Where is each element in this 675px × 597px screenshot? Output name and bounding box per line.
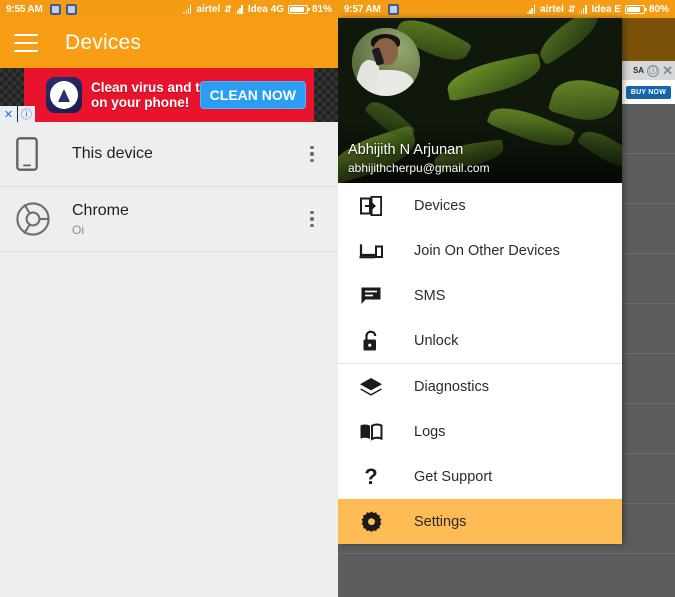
dual-screenshot-composite: 9:55 AM airtel ⇵ Idea 4G 81% Devices Cle… <box>0 0 675 597</box>
list-item[interactable]: Chrome Oi <box>0 187 338 252</box>
drawer-item-label: Join On Other Devices <box>414 242 560 259</box>
drawer-menu: Devices Join On Other Devices SMS Unlock… <box>338 183 622 544</box>
drawer-item-diagnostics[interactable]: Diagnostics <box>338 364 622 409</box>
carrier-name: airtel <box>540 3 564 15</box>
list-item-texts: Chrome Oi <box>72 202 300 237</box>
drawer-item-label: Settings <box>414 513 467 530</box>
status-bar-notification-icons <box>387 3 399 15</box>
device-subtitle: Oi <box>72 222 84 237</box>
status-bar-right: 9:57 AM airtel ⇵ Idea E 80% <box>338 0 675 18</box>
signal-bars-icon <box>578 5 588 14</box>
background-ad-brand: SA <box>632 66 645 75</box>
drawer-item-sms[interactable]: SMS <box>338 273 622 318</box>
account-name: Abhijith N Arjunan <box>348 142 464 158</box>
app-notification-icon <box>387 3 399 15</box>
close-icon[interactable]: ✕ <box>662 64 673 77</box>
account-info: Abhijith N Arjunan abhijithcherpu@gmail.… <box>348 142 490 175</box>
battery-percent: 80% <box>648 3 669 15</box>
account-email: abhijithcherpu@gmail.com <box>348 161 490 175</box>
info-icon[interactable]: ⓘ <box>647 64 660 77</box>
drawer-menu-group-primary: Devices Join On Other Devices SMS Unlock <box>338 183 622 363</box>
left-screen-devices-list: 9:55 AM airtel ⇵ Idea 4G 81% Devices Cle… <box>0 0 338 597</box>
list-item[interactable]: This device <box>0 122 338 187</box>
app-notification-icon <box>49 3 61 15</box>
page-title: Devices <box>65 31 142 54</box>
drawer-account-header[interactable]: Abhijith N Arjunan abhijithcherpu@gmail.… <box>338 18 622 183</box>
navigation-drawer: Abhijith N Arjunan abhijithcherpu@gmail.… <box>338 18 622 544</box>
status-bar-notification-icons <box>49 3 77 15</box>
hamburger-menu-icon[interactable] <box>14 34 38 52</box>
drawer-menu-group-secondary: Diagnostics Logs ? Get Support Settings <box>338 363 622 544</box>
layers-icon <box>356 377 386 397</box>
open-book-icon <box>356 423 386 441</box>
drawer-item-unlock[interactable]: Unlock <box>338 318 622 363</box>
device-name: This device <box>72 145 153 162</box>
signal-bars-icon <box>234 5 244 14</box>
unlock-padlock-icon <box>356 330 386 352</box>
laptop-phone-icon <box>356 242 386 260</box>
shield-arrow-icon <box>46 77 82 113</box>
app-bar: Devices <box>0 18 338 68</box>
question-mark-icon: ? <box>364 463 378 489</box>
status-bar-clock: 9:55 AM <box>6 3 43 15</box>
ad-content[interactable]: Clean virus and trash on your phone! CLE… <box>24 68 314 122</box>
status-bar-clock: 9:57 AM <box>344 3 381 15</box>
more-options-icon[interactable] <box>300 207 324 231</box>
signal-bars-icon <box>527 5 536 14</box>
device-list: This device Chrome Oi <box>0 122 338 597</box>
battery-percent: 81% <box>311 3 332 15</box>
avatar[interactable] <box>352 28 420 96</box>
ad-cta-button[interactable]: CLEAN NOW <box>199 81 306 109</box>
smartphone-icon <box>16 137 58 171</box>
status-bar-right-cluster: airtel ⇵ Idea 4G 81% <box>183 4 332 15</box>
drawer-item-label: Devices <box>414 197 466 214</box>
status-bar-right-cluster: airtel ⇵ Idea E 80% <box>527 4 669 15</box>
device-name: Chrome <box>72 201 129 219</box>
advertisement-banner[interactable]: Clean virus and trash on your phone! CLE… <box>0 68 338 122</box>
status-bar-left: 9:55 AM airtel ⇵ Idea 4G 81% <box>0 0 338 18</box>
drawer-item-join-on-other-devices[interactable]: Join On Other Devices <box>338 228 622 273</box>
table-row <box>338 554 675 597</box>
network-type-label: Idea 4G <box>247 3 284 15</box>
battery-icon <box>624 4 647 14</box>
drawer-item-devices[interactable]: Devices <box>338 183 622 228</box>
data-arrows-icon: ⇵ <box>224 3 231 14</box>
ad-controls: ✕ ⓘ <box>0 106 35 122</box>
drawer-item-label: Get Support <box>414 468 493 485</box>
data-arrows-icon: ⇵ <box>567 3 575 14</box>
carrier-name: airtel <box>196 3 221 15</box>
drawer-item-label: Unlock <box>414 332 459 349</box>
battery-icon <box>287 4 310 14</box>
drawer-item-label: Diagnostics <box>414 378 489 395</box>
close-icon[interactable]: ✕ <box>0 106 17 122</box>
network-type-label: Idea E <box>591 3 621 15</box>
drawer-item-logs[interactable]: Logs <box>338 409 622 454</box>
more-options-icon[interactable] <box>300 142 324 166</box>
list-item-texts: This device <box>72 145 300 163</box>
drawer-item-get-support[interactable]: ? Get Support <box>338 454 622 499</box>
app-notification-icon <box>65 3 77 15</box>
chrome-browser-icon <box>16 202 58 236</box>
drawer-item-label: SMS <box>414 287 446 304</box>
gear-icon <box>356 510 386 533</box>
devices-transfer-icon <box>356 195 386 216</box>
signal-bars-icon <box>183 5 192 14</box>
background-ad-cta-button[interactable]: BUY NOW <box>625 85 671 99</box>
right-screen-navigation-drawer: 9:57 AM airtel ⇵ Idea E 80% SA ⓘ ✕ BUY N… <box>338 0 675 597</box>
drawer-item-label: Logs <box>414 423 446 440</box>
message-bubble-icon <box>356 286 386 306</box>
drawer-item-settings[interactable]: Settings <box>338 499 622 544</box>
info-icon[interactable]: ⓘ <box>18 106 35 122</box>
